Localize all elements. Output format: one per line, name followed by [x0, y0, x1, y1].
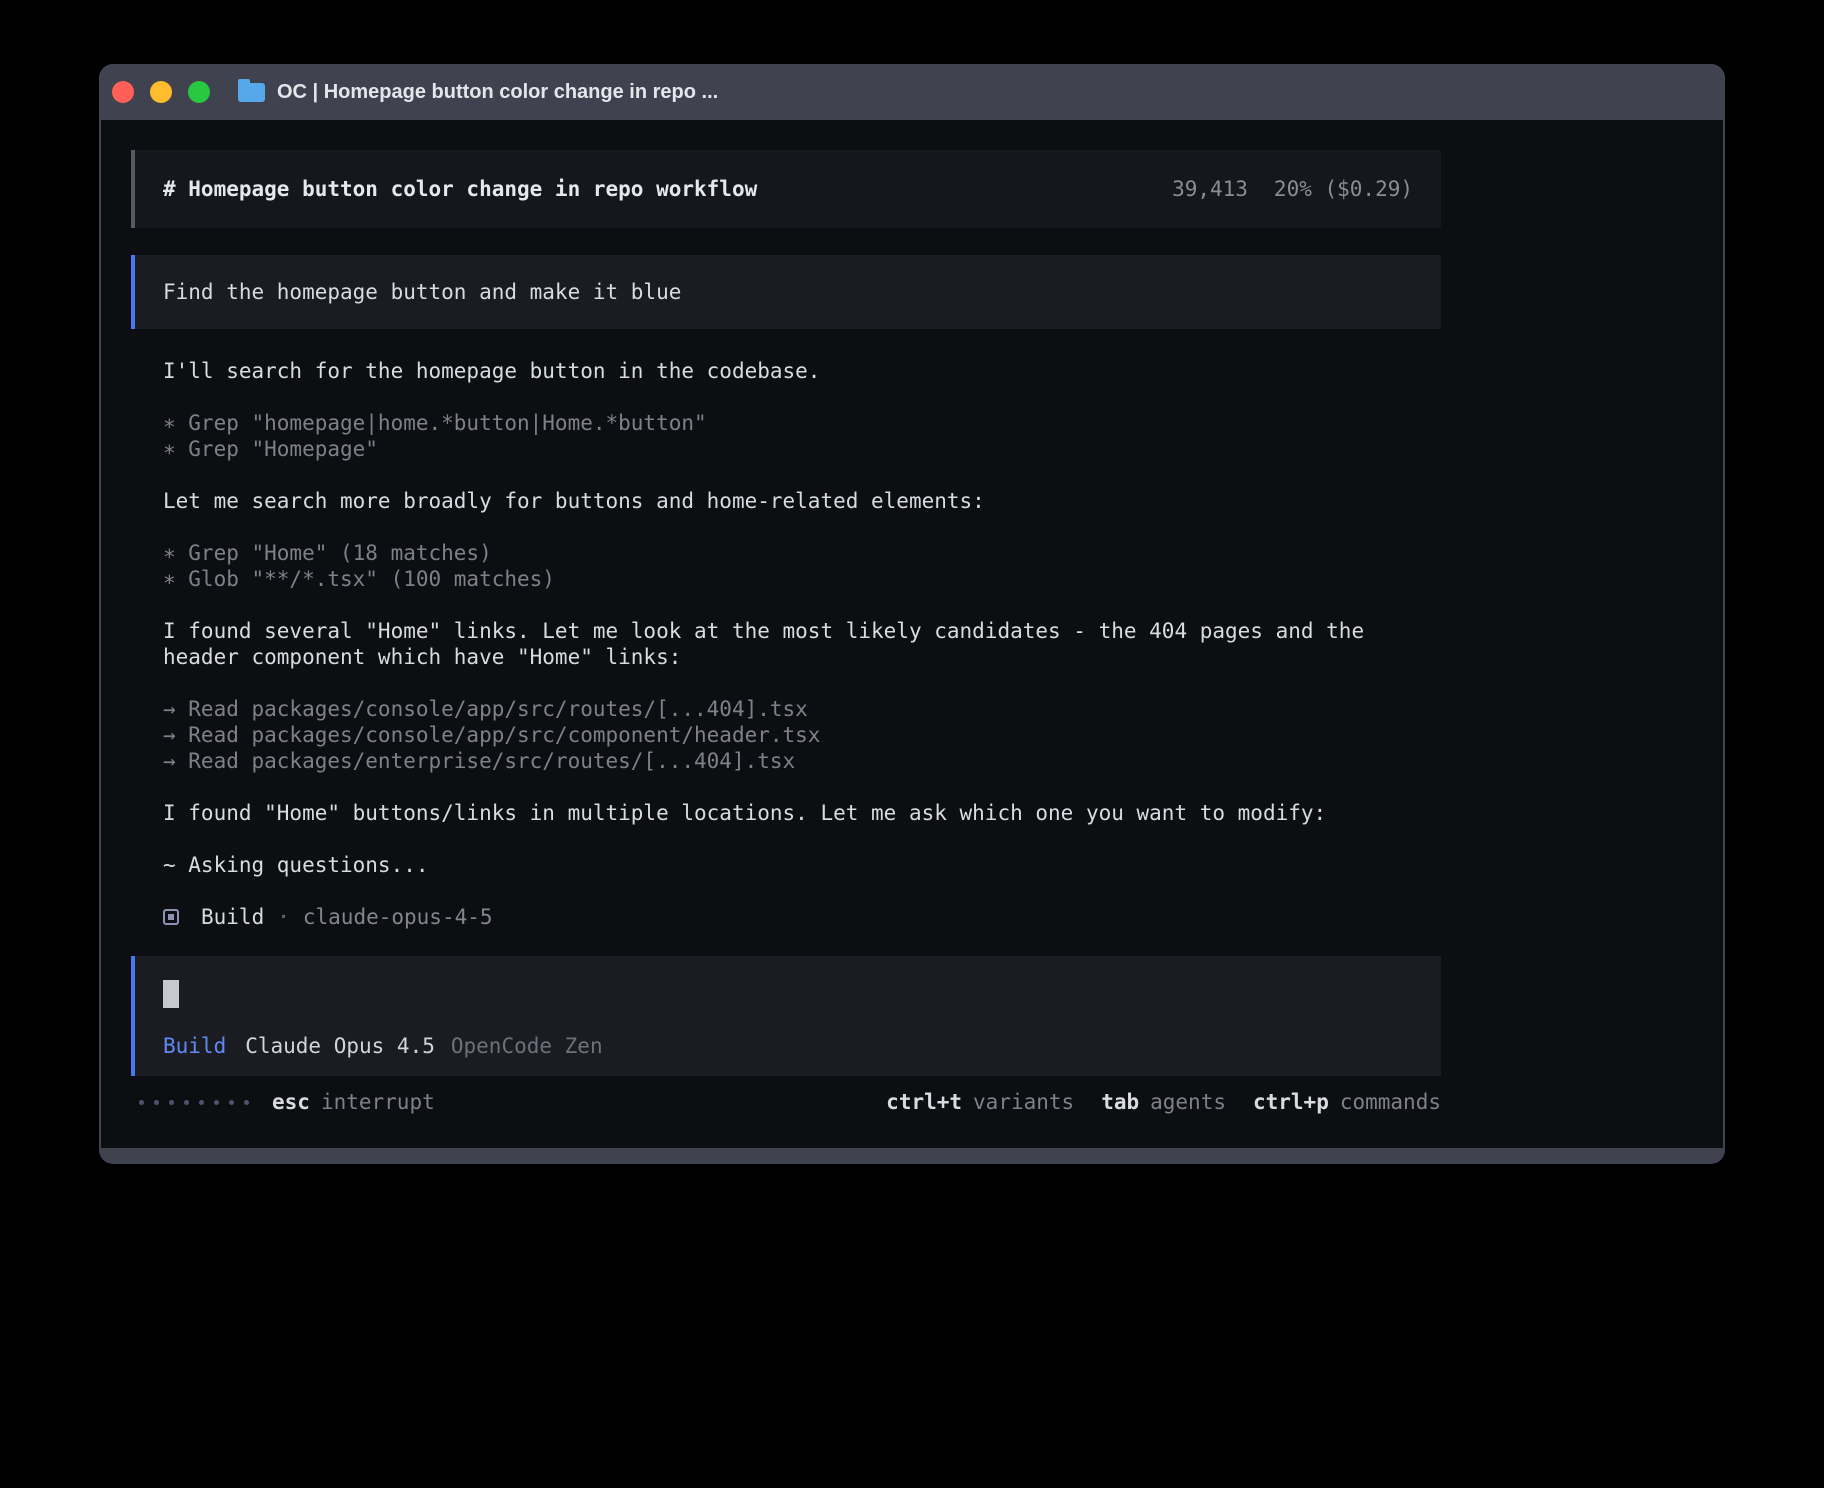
minimize-button[interactable] — [150, 81, 172, 103]
spinner-dots-icon — [139, 1100, 249, 1105]
context-cost: 20% ($0.29) — [1274, 177, 1413, 201]
shortcut-label: variants — [973, 1090, 1074, 1114]
shortcut-commands: ctrl+p commands — [1253, 1090, 1441, 1114]
prompt-input[interactable]: Build Claude Opus 4.5 OpenCode Zen — [131, 956, 1441, 1076]
agent-separator: · — [277, 904, 290, 930]
shortcut-key: ctrl+p — [1253, 1090, 1329, 1114]
token-count: 39,413 — [1172, 177, 1248, 201]
esc-key-label: interrupt — [321, 1090, 435, 1114]
status-bar: esc interrupt ctrl+t variants tab agents… — [131, 1090, 1441, 1114]
model-label: Claude Opus 4.5 — [245, 1034, 435, 1058]
close-button[interactable] — [112, 81, 134, 103]
assistant-paragraph: I'll search for the homepage button in t… — [163, 358, 1441, 384]
zoom-button[interactable] — [188, 81, 210, 103]
provider-label: OpenCode Zen — [451, 1034, 603, 1058]
assistant-paragraph: I found "Home" buttons/links in multiple… — [163, 800, 1441, 826]
tool-call-grep: ∗ Grep "Homepage" — [163, 436, 1441, 462]
text-cursor — [163, 980, 179, 1008]
assistant-paragraph: I found several "Home" links. Let me loo… — [163, 618, 1441, 670]
esc-key-hint: esc — [272, 1090, 310, 1114]
window-title: OC | Homepage button color change in rep… — [277, 81, 718, 104]
tool-call-grep: ∗ Grep "Home" (18 matches) — [163, 540, 1441, 566]
session-stats: 39,413 20% ($0.29) — [1172, 177, 1413, 201]
terminal-window: OC | Homepage button color change in rep… — [99, 64, 1725, 1164]
tool-call-group: → Read packages/console/app/src/routes/[… — [163, 696, 1441, 774]
session-title: # Homepage button color change in repo w… — [163, 177, 757, 201]
terminal-content: # Homepage button color change in repo w… — [101, 120, 1723, 1148]
agent-model: claude-opus-4-5 — [303, 904, 493, 930]
tool-call-grep: ∗ Grep "homepage|home.*button|Home.*butt… — [163, 410, 1441, 436]
shortcut-variants: ctrl+t variants — [886, 1090, 1074, 1114]
shortcut-key: ctrl+t — [886, 1090, 962, 1114]
agent-turn-footer: Build · claude-opus-4-5 — [163, 904, 1441, 930]
tool-call-read: → Read packages/enterprise/src/routes/[.… — [163, 748, 1441, 774]
input-meta-bar: Build Claude Opus 4.5 OpenCode Zen — [163, 1034, 1413, 1058]
status-right: ctrl+t variants tab agents ctrl+p comman… — [886, 1090, 1441, 1114]
shortcut-label: commands — [1340, 1090, 1441, 1114]
tool-call-group: ∗ Grep "homepage|home.*button|Home.*butt… — [163, 410, 1441, 462]
window-titlebar: OC | Homepage button color change in rep… — [99, 64, 1725, 120]
asking-questions-status: ~ Asking questions... — [163, 852, 1441, 878]
user-message: Find the homepage button and make it blu… — [131, 255, 1441, 329]
shortcut-key: tab — [1101, 1090, 1139, 1114]
user-message-text: Find the homepage button and make it blu… — [163, 280, 681, 304]
status-left: esc interrupt — [139, 1090, 435, 1114]
agent-name: Build — [201, 904, 264, 930]
folder-icon — [238, 83, 265, 102]
agent-icon — [163, 909, 179, 925]
session-header: # Homepage button color change in repo w… — [131, 150, 1441, 228]
tool-call-glob: ∗ Glob "**/*.tsx" (100 matches) — [163, 566, 1441, 592]
mode-label: Build — [163, 1034, 226, 1058]
assistant-paragraph: Let me search more broadly for buttons a… — [163, 488, 1441, 514]
traffic-lights — [112, 81, 210, 103]
tool-call-read: → Read packages/console/app/src/componen… — [163, 722, 1441, 748]
transcript: I'll search for the homepage button in t… — [131, 358, 1441, 930]
shortcut-label: agents — [1150, 1090, 1226, 1114]
tool-call-group: ∗ Grep "Home" (18 matches) ∗ Glob "**/*.… — [163, 540, 1441, 592]
tool-call-read: → Read packages/console/app/src/routes/[… — [163, 696, 1441, 722]
shortcut-agents: tab agents — [1101, 1090, 1226, 1114]
